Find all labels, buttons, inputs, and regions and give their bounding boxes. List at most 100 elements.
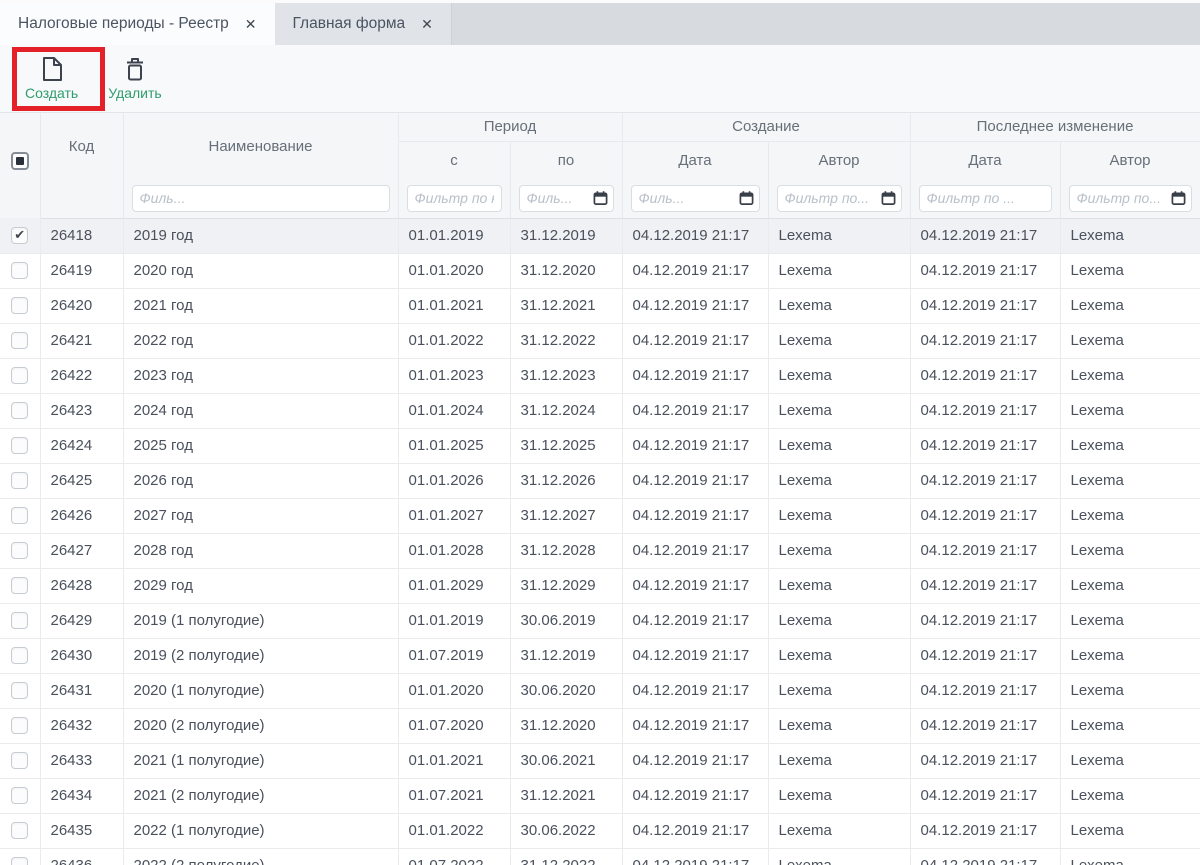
- cell-name: 2022 (2 полугодие): [123, 848, 398, 865]
- tab-tax-periods[interactable]: Налоговые периоды - Реестр ✕: [0, 3, 275, 45]
- cell-period-to: 31.12.2029: [510, 568, 622, 603]
- row-select-cell: [0, 253, 40, 288]
- cell-created-date: 04.12.2019 21:17: [622, 498, 768, 533]
- cell-code: 26418: [40, 218, 123, 253]
- row-checkbox[interactable]: [11, 787, 28, 804]
- filter-input-created-author[interactable]: [919, 185, 1052, 212]
- row-checkbox[interactable]: [11, 542, 28, 559]
- cell-created-author: Lexema: [768, 813, 910, 848]
- row-checkbox[interactable]: [11, 682, 28, 699]
- row-checkbox[interactable]: [11, 297, 28, 314]
- cell-modified-date: 04.12.2019 21:17: [910, 498, 1060, 533]
- cell-code: 26430: [40, 638, 123, 673]
- cell-code: 26427: [40, 533, 123, 568]
- new-document-icon: [40, 56, 64, 82]
- cell-period-from: 01.07.2019: [398, 638, 510, 673]
- cell-name: 2020 (2 полугодие): [123, 708, 398, 743]
- row-checkbox[interactable]: [11, 822, 28, 839]
- row-checkbox[interactable]: [11, 612, 28, 629]
- column-header-modified-date[interactable]: Дата: [910, 141, 1060, 179]
- cell-code: 26422: [40, 358, 123, 393]
- cell-created-author: Lexema: [768, 533, 910, 568]
- row-checkbox[interactable]: [11, 507, 28, 524]
- table-row[interactable]: 26436 2022 (2 полугодие) 01.07.2022 31.1…: [0, 848, 1200, 865]
- row-checkbox[interactable]: [11, 402, 28, 419]
- column-header-created-author[interactable]: Автор: [768, 141, 910, 179]
- column-header-code[interactable]: Код: [40, 113, 123, 179]
- column-header-name[interactable]: Наименование: [123, 113, 398, 179]
- select-all-checkbox[interactable]: [11, 152, 29, 170]
- table-row[interactable]: 26435 2022 (1 полугодие) 01.01.2022 30.0…: [0, 813, 1200, 848]
- table-row[interactable]: 26425 2026 год 01.01.2026 31.12.2026 04.…: [0, 463, 1200, 498]
- column-header-to[interactable]: по: [510, 141, 622, 179]
- table-row[interactable]: 26427 2028 год 01.01.2028 31.12.2028 04.…: [0, 533, 1200, 568]
- tab-close-icon[interactable]: ✕: [421, 17, 433, 31]
- row-checkbox[interactable]: [11, 717, 28, 734]
- cell-name: 2020 год: [123, 253, 398, 288]
- cell-code: 26436: [40, 848, 123, 865]
- table-row[interactable]: 26426 2027 год 01.01.2027 31.12.2027 04.…: [0, 498, 1200, 533]
- table-row[interactable]: 26422 2023 год 01.01.2023 31.12.2023 04.…: [0, 358, 1200, 393]
- row-checkbox[interactable]: [11, 857, 28, 865]
- filter-input-modified-date[interactable]: [1069, 185, 1192, 212]
- row-checkbox[interactable]: [11, 367, 28, 384]
- filter-input-code[interactable]: [132, 185, 390, 212]
- row-checkbox[interactable]: [11, 647, 28, 664]
- row-select-cell: [0, 288, 40, 323]
- row-checkbox[interactable]: [11, 577, 28, 594]
- column-header-modified-author[interactable]: Автор: [1060, 141, 1200, 179]
- filter-input-from[interactable]: [519, 185, 614, 212]
- table-row[interactable]: 26428 2029 год 01.01.2029 31.12.2029 04.…: [0, 568, 1200, 603]
- column-header-from[interactable]: с: [398, 141, 510, 179]
- cell-created-date: 04.12.2019 21:17: [622, 533, 768, 568]
- cell-created-author: Lexema: [768, 428, 910, 463]
- row-checkbox[interactable]: [11, 227, 28, 244]
- row-checkbox[interactable]: [11, 472, 28, 489]
- table-row[interactable]: 26430 2019 (2 полугодие) 01.07.2019 31.1…: [0, 638, 1200, 673]
- filter-input-created-date[interactable]: [777, 185, 902, 212]
- cell-period-from: 01.01.2028: [398, 533, 510, 568]
- table-row[interactable]: 26433 2021 (1 полугодие) 01.01.2021 30.0…: [0, 743, 1200, 778]
- tax-periods-grid: Код Наименование Период Создание Последн…: [0, 112, 1200, 865]
- cell-code: 26429: [40, 603, 123, 638]
- tab-label: Налоговые периоды - Реестр: [18, 15, 229, 33]
- cell-code: 26431: [40, 673, 123, 708]
- cell-modified-date: 04.12.2019 21:17: [910, 743, 1060, 778]
- cell-name: 2022 год: [123, 323, 398, 358]
- row-checkbox[interactable]: [11, 437, 28, 454]
- table-row[interactable]: 26423 2024 год 01.01.2024 31.12.2024 04.…: [0, 393, 1200, 428]
- cell-modified-date: 04.12.2019 21:17: [910, 218, 1060, 253]
- row-select-cell: [0, 568, 40, 603]
- table-row[interactable]: 26420 2021 год 01.01.2021 31.12.2021 04.…: [0, 288, 1200, 323]
- cell-created-author: Lexema: [768, 288, 910, 323]
- cell-created-author: Lexema: [768, 253, 910, 288]
- delete-button[interactable]: Удалить: [100, 52, 169, 105]
- cell-period-to: 31.12.2025: [510, 428, 622, 463]
- table-row[interactable]: 26421 2022 год 01.01.2022 31.12.2022 04.…: [0, 323, 1200, 358]
- table-row[interactable]: 26431 2020 (1 полугодие) 01.01.2020 30.0…: [0, 673, 1200, 708]
- cell-period-from: 01.01.2026: [398, 463, 510, 498]
- table-row[interactable]: 26419 2020 год 01.01.2020 31.12.2020 04.…: [0, 253, 1200, 288]
- create-button[interactable]: Создать: [17, 52, 86, 105]
- row-checkbox[interactable]: [11, 752, 28, 769]
- row-select-cell: [0, 673, 40, 708]
- cell-modified-date: 04.12.2019 21:17: [910, 533, 1060, 568]
- cell-period-to: 30.06.2020: [510, 673, 622, 708]
- filter-input-to[interactable]: [631, 185, 760, 212]
- table-row[interactable]: 26432 2020 (2 полугодие) 01.07.2020 31.1…: [0, 708, 1200, 743]
- tab-close-icon[interactable]: ✕: [245, 17, 257, 31]
- column-group-period: Период: [398, 113, 622, 141]
- cell-modified-date: 04.12.2019 21:17: [910, 603, 1060, 638]
- table-row[interactable]: 26424 2025 год 01.01.2025 31.12.2025 04.…: [0, 428, 1200, 463]
- cell-created-date: 04.12.2019 21:17: [622, 848, 768, 865]
- column-header-created-date[interactable]: Дата: [622, 141, 768, 179]
- tab-main-form[interactable]: Главная форма ✕: [275, 3, 452, 45]
- table-row[interactable]: 26429 2019 (1 полугодие) 01.01.2019 30.0…: [0, 603, 1200, 638]
- table-row[interactable]: 26418 2019 год 01.01.2019 31.12.2019 04.…: [0, 218, 1200, 253]
- row-checkbox[interactable]: [11, 332, 28, 349]
- cell-modified-date: 04.12.2019 21:17: [910, 848, 1060, 865]
- filter-input-name[interactable]: [407, 185, 502, 212]
- table-row[interactable]: 26434 2021 (2 полугодие) 01.07.2021 31.1…: [0, 778, 1200, 813]
- create-button-label: Создать: [25, 85, 78, 101]
- row-checkbox[interactable]: [11, 262, 28, 279]
